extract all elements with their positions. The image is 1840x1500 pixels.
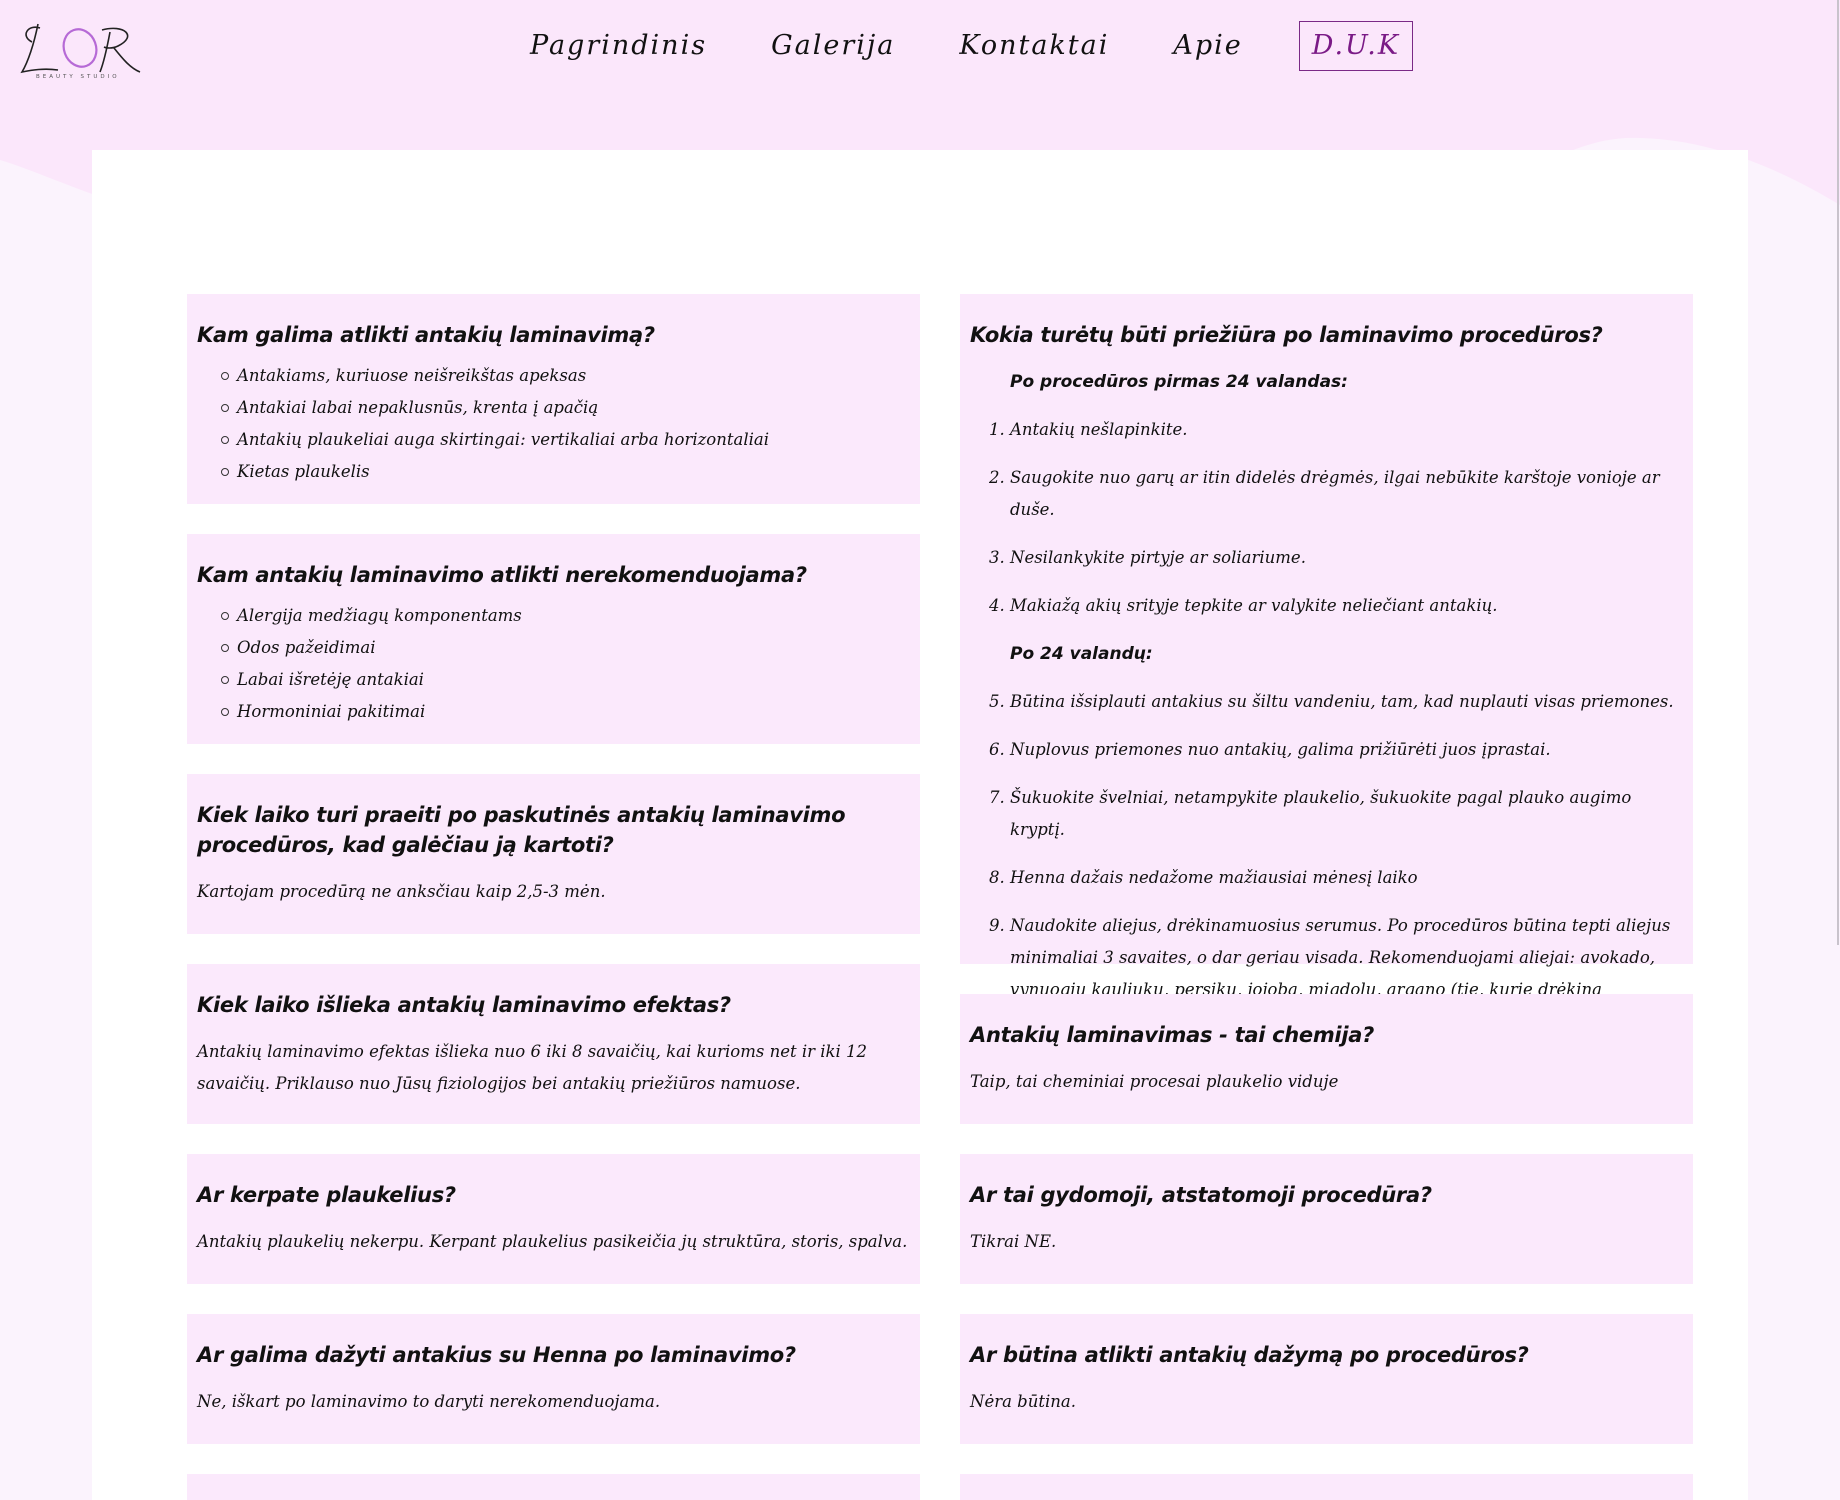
faq-card: Kiek laiko išlieka antakių laminavimo ef… [187, 964, 920, 1124]
main-nav: Pagrindinis Galerija Kontaktai Apie D.U.… [530, 20, 1414, 72]
faq-card [960, 1474, 1693, 1500]
faq-question: Ar būtina atlikti antakių dažymą po proc… [970, 1343, 1529, 1367]
faq-answer: Antakių plaukelių nekerpu. Kerpant plauk… [197, 1232, 908, 1251]
faq-card: Kiek laiko turi praeiti po paskutinės an… [187, 774, 920, 934]
list-item: Būtina išsiplauti antakius su šiltu vand… [1010, 686, 1683, 718]
list-item: Saugokite nuo garų ar itin didelės drėgm… [1010, 462, 1683, 526]
faq-question: Kam galima atlikti antakių laminavimą? [197, 323, 655, 347]
faq-card: Ar tai gydomoji, atstatomoji procedūra? … [960, 1154, 1693, 1284]
scrollbar[interactable] [1837, 0, 1839, 945]
faq-answer: Tikrai NE. [970, 1232, 1057, 1251]
nav-link-apie[interactable]: Apie [1173, 20, 1242, 72]
faq-card: Kam antakių laminavimo atlikti nerekomen… [187, 534, 920, 744]
faq-answer: Nėra būtina. [970, 1392, 1076, 1411]
faq-card [187, 1474, 920, 1500]
nav-link-kontaktai[interactable]: Kontaktai [959, 20, 1109, 72]
nav-link-duk[interactable]: D.U.K [1298, 21, 1414, 71]
faq-card: Kam galima atlikti antakių laminavimą? A… [187, 294, 920, 504]
faq-answer: Taip, tai cheminiai procesai plaukelio v… [970, 1072, 1339, 1091]
list-item: Nesilankykite pirtyje ar soliariume. [1010, 542, 1683, 574]
site-header: BEAUTY STUDIO Pagrindinis Galerija Konta… [0, 0, 1840, 100]
nav-link-galerija[interactable]: Galerija [771, 20, 895, 72]
nav-link-pagrindinis[interactable]: Pagrindinis [530, 20, 707, 72]
list-item: Antakių nešlapinkite. [1010, 414, 1683, 446]
faq-question: Ar galima dažyti antakius su Henna po la… [197, 1343, 796, 1367]
list-item: Hormoniniai pakitimai [221, 696, 910, 728]
faq-card: Ar kerpate plaukelius? Antakių plaukelių… [187, 1154, 920, 1284]
faq-answer: Ne, iškart po laminavimo to daryti nerek… [197, 1392, 661, 1411]
list-item: Makiažą akių srityje tepkite ar valykite… [1010, 590, 1683, 622]
logo-subtitle: BEAUTY STUDIO [36, 74, 120, 80]
list-item: Nuplovus priemones nuo antakių, galima p… [1010, 734, 1683, 766]
faq-question: Ar tai gydomoji, atstatomoji procedūra? [970, 1183, 1432, 1207]
faq-card: Antakių laminavimas - tai chemija? Taip,… [960, 994, 1693, 1124]
list-item: Antakiams, kuriuose neišreikštas apeksas [221, 360, 910, 392]
list-item: Alergija medžiagų komponentams [221, 600, 910, 632]
aftercare-subheading: Po 24 valandų: [1010, 644, 1153, 664]
list-item: Antakiai labai nepaklusnūs, krenta į apa… [221, 392, 910, 424]
faq-bullet-list: Alergija medžiagų komponentams Odos paže… [197, 600, 910, 728]
aftercare-steps-first: Antakių nešlapinkite. Saugokite nuo garų… [970, 414, 1683, 622]
faq-question: Kokia turėtų būti priežiūra po laminavim… [970, 323, 1603, 347]
list-item: Henna dažais nedažome mažiausiai mėnesį … [1010, 862, 1683, 894]
faq-answer: Kartojam procedūrą ne anksčiau kaip 2,5-… [197, 882, 606, 901]
aftercare-subheading: Po procedūros pirmas 24 valandas: [1010, 372, 1348, 392]
list-item: Antakių plaukeliai auga skirtingai: vert… [221, 424, 910, 456]
faq-question: Ar kerpate plaukelius? [197, 1183, 456, 1207]
aftercare-steps-second: Būtina išsiplauti antakius su šiltu vand… [970, 686, 1683, 1038]
faq-card: Ar galima dažyti antakius su Henna po la… [187, 1314, 920, 1444]
faq-card-aftercare: Kokia turėtų būti priežiūra po laminavim… [960, 294, 1693, 1031]
list-item: Kietas plaukelis [221, 456, 910, 488]
faq-card: Ar būtina atlikti antakių dažymą po proc… [960, 1314, 1693, 1444]
list-item: Labai išretėję antakiai [221, 664, 910, 696]
faq-question: Antakių laminavimas - tai chemija? [970, 1023, 1374, 1047]
faq-answer: Antakių laminavimo efektas išlieka nuo 6… [197, 1042, 868, 1093]
list-item: Šukuokite švelniai, netampykite plaukeli… [1010, 782, 1683, 846]
faq-bullet-list: Antakiams, kuriuose neišreikštas apeksas… [197, 360, 910, 488]
list-item: Odos pažeidimai [221, 632, 910, 664]
faq-question: Kiek laiko išlieka antakių laminavimo ef… [197, 993, 731, 1017]
faq-question: Kiek laiko turi praeiti po paskutinės an… [197, 803, 846, 857]
faq-question: Kam antakių laminavimo atlikti nerekomen… [197, 563, 807, 587]
